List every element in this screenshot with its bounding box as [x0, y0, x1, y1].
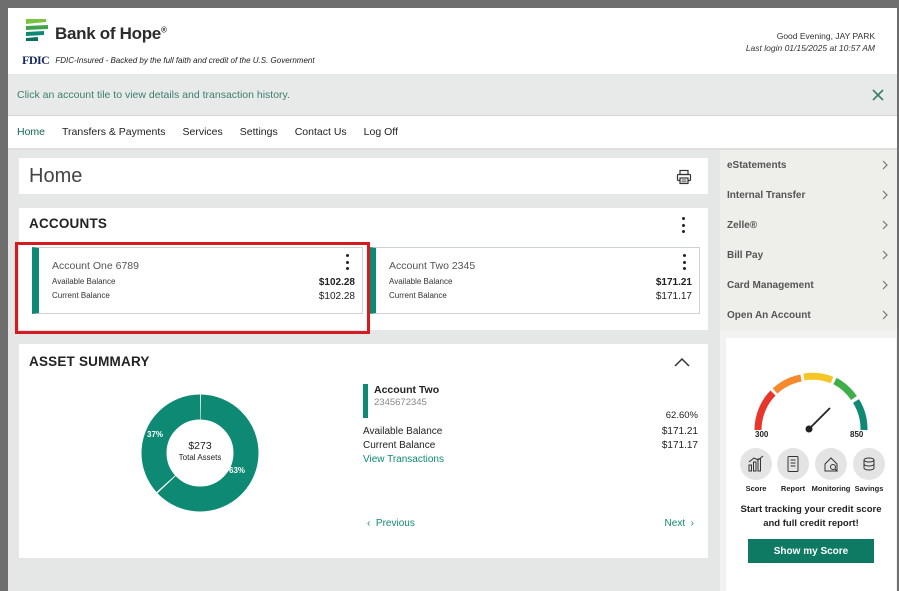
account-name: Account Two 2345 [389, 260, 476, 272]
chevron-right-icon [882, 280, 888, 290]
chevron-right-icon [882, 250, 888, 260]
fdic-text: FDIC-Insured - Backed by the full faith … [55, 56, 315, 65]
total-assets-label: Total Assets [178, 453, 222, 462]
next-button[interactable]: Next › [665, 518, 694, 529]
total-assets-value: $273 [188, 440, 212, 452]
asset-summary-card: ASSET SUMMARY $273 Total Assets 37% 63% … [19, 344, 708, 558]
main-nav: Home Transfers & Payments Services Setti… [8, 116, 897, 150]
close-icon[interactable] [871, 88, 885, 102]
detail-available-value: $171.21 [661, 426, 698, 437]
detail-accent-bar [363, 384, 368, 418]
slice-label-b: 63% [229, 466, 246, 475]
detail-current-label: Current Balance [363, 440, 436, 451]
previous-label: Previous [375, 518, 415, 529]
detail-account-number: 2345672345 [374, 397, 427, 408]
detail-account-name: Account Two [374, 384, 440, 396]
nav-transfers-payments[interactable]: Transfers & Payments [62, 126, 165, 138]
detail-available-label: Available Balance [363, 426, 443, 437]
nav-home[interactable]: Home [17, 126, 45, 138]
donut-center: $273 Total Assets [159, 440, 241, 462]
printer-icon[interactable] [676, 169, 692, 185]
show-my-score-button[interactable]: Show my Score [748, 539, 874, 563]
account-name: Account One 6789 [52, 260, 139, 272]
chevron-right-icon: › [690, 518, 694, 529]
detail-current-value: $171.17 [661, 440, 698, 451]
fdic-notice: FDIC FDIC-Insured - Backed by the full f… [22, 53, 315, 68]
chevron-right-icon [882, 310, 888, 320]
available-balance-value: $102.28 [318, 277, 355, 288]
side-item-estatements[interactable]: eStatements [720, 150, 897, 180]
available-balance-label: Available Balance [389, 277, 453, 286]
side-item-bill-pay[interactable]: Bill Pay [720, 240, 897, 270]
account-tile-two[interactable]: Account Two 2345 Available Balance Curre… [369, 247, 700, 314]
fdic-logo: FDIC [22, 53, 50, 67]
side-item-label: Zelle® [727, 219, 758, 231]
side-item-card-management[interactable]: Card Management [720, 270, 897, 300]
document-icon[interactable] [777, 448, 809, 480]
quick-links-menu: eStatements Internal Transfer Zelle® Bil… [720, 150, 897, 330]
nav-services[interactable]: Services [183, 126, 223, 138]
chevron-right-icon [882, 220, 888, 230]
header: Bank of Hope® FDIC FDIC-Insured - Backed… [8, 8, 897, 74]
accounts-menu-icon[interactable] [680, 217, 686, 233]
savings-label: Savings [854, 484, 884, 493]
tile-menu-icon[interactable] [344, 254, 350, 270]
main-content: Home ACCOUNTS Account One 6789 Available… [8, 150, 720, 591]
side-item-internal-transfer[interactable]: Internal Transfer [720, 180, 897, 210]
nav-contact-us[interactable]: Contact Us [295, 126, 347, 138]
score-min-label: 300 [755, 430, 769, 439]
bank-logo-icon[interactable] [24, 16, 50, 42]
page-title: Home [29, 165, 83, 187]
brand-name[interactable]: Bank of Hope® [55, 24, 167, 44]
last-login-text: Last login 01/15/2025 at 10:57 AM [745, 43, 875, 53]
available-balance-value: $171.21 [655, 277, 692, 288]
greeting-text: Good Evening, JAY PARK [776, 31, 875, 41]
banner-text: Click an account tile to view details an… [17, 89, 290, 101]
side-item-label: Bill Pay [727, 249, 764, 261]
bar-chart-icon[interactable] [740, 448, 772, 480]
info-banner: Click an account tile to view details an… [8, 74, 897, 116]
chevron-right-icon [882, 190, 888, 200]
nav-log-off[interactable]: Log Off [364, 126, 398, 138]
monitoring-icon[interactable] [815, 448, 847, 480]
slice-label-a: 37% [147, 430, 164, 439]
user-greeting: Good Evening, JAY PARK Last login 01/15/… [746, 30, 875, 54]
available-balance-label: Available Balance [52, 277, 116, 286]
side-item-label: Internal Transfer [727, 189, 806, 201]
current-balance-label: Current Balance [389, 291, 447, 300]
accounts-card: ACCOUNTS Account One 6789 Available Bala… [19, 208, 708, 330]
score-max-label: 850 [850, 430, 864, 439]
app-frame: Bank of Hope® FDIC FDIC-Insured - Backed… [8, 8, 897, 591]
accounts-heading: ACCOUNTS [29, 216, 108, 231]
chevron-up-icon[interactable] [674, 356, 690, 368]
nav-settings[interactable]: Settings [240, 126, 278, 138]
previous-button[interactable]: ‹ Previous [367, 518, 415, 529]
credit-cta-text: Start tracking your credit score and ful… [740, 504, 882, 529]
home-card: Home [19, 158, 708, 194]
next-label: Next [664, 518, 686, 529]
view-transactions-link[interactable]: View Transactions [363, 454, 444, 465]
credit-gauge-icon [754, 372, 868, 433]
current-balance-label: Current Balance [52, 291, 110, 300]
account-tile-one[interactable]: Account One 6789 Available Balance Curre… [32, 247, 363, 314]
chevron-right-icon [882, 160, 888, 170]
chevron-left-icon: ‹ [367, 518, 371, 529]
right-sidebar: eStatements Internal Transfer Zelle® Bil… [720, 150, 897, 591]
current-balance-value: $102.28 [318, 291, 355, 302]
credit-score-widget: 300 850 Score Report Monitoring Savings … [726, 338, 896, 591]
tile-menu-icon[interactable] [681, 254, 687, 270]
side-item-open-account[interactable]: Open An Account [720, 300, 897, 330]
current-balance-value: $171.17 [655, 291, 692, 302]
side-item-label: eStatements [727, 159, 787, 171]
side-item-label: Open An Account [727, 309, 811, 321]
side-item-label: Card Management [727, 279, 814, 291]
detail-percent: 62.60% [665, 410, 698, 421]
side-item-zelle[interactable]: Zelle® [720, 210, 897, 240]
savings-icon[interactable] [853, 448, 885, 480]
asset-summary-heading: ASSET SUMMARY [29, 354, 150, 369]
